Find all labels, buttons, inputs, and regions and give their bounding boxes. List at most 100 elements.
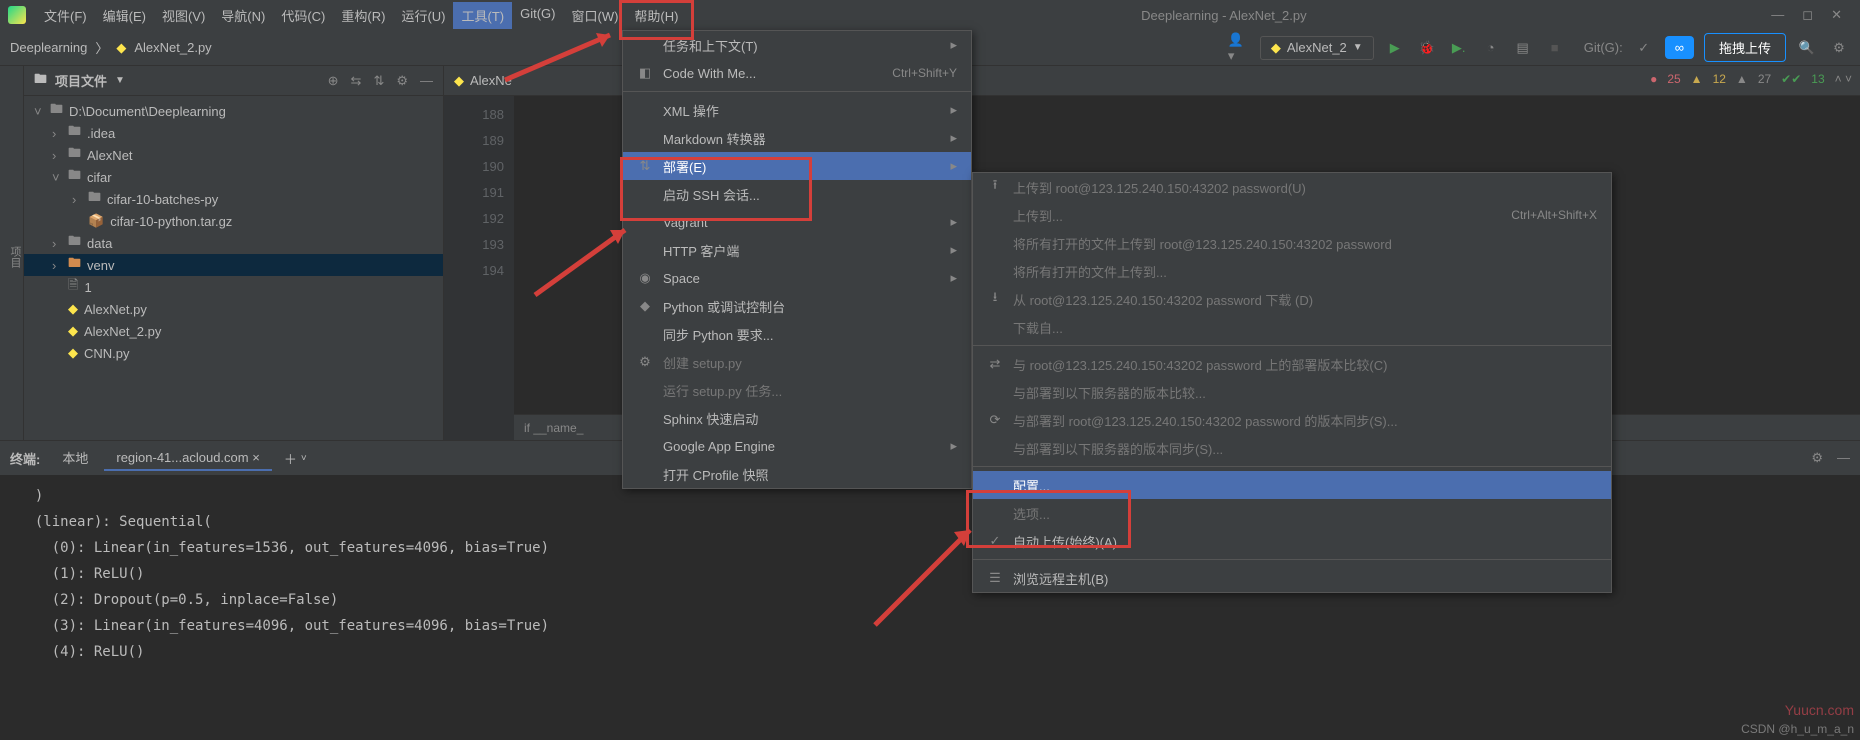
menu-item[interactable]: ⇅部署(E)▸ bbox=[623, 152, 971, 180]
menu-item[interactable]: HTTP 客户端▸ bbox=[623, 236, 971, 264]
tree-item[interactable]: ›🖿venv bbox=[24, 254, 443, 276]
menu-item[interactable]: Markdown 转换器▸ bbox=[623, 124, 971, 152]
menu-item[interactable]: 同步 Python 要求... bbox=[623, 320, 971, 348]
inspection-chevron-icon[interactable]: ˄ ˅ bbox=[1835, 72, 1852, 86]
menu-item-icon: ◧ bbox=[637, 65, 653, 81]
tree-item[interactable]: ◆AlexNet.py bbox=[24, 298, 443, 320]
menu-item[interactable]: ◉Space▸ bbox=[623, 264, 971, 292]
menu-item[interactable]: 启动 SSH 会话... bbox=[623, 180, 971, 208]
hide-icon[interactable]: — bbox=[420, 73, 433, 89]
menu-item[interactable]: 打开 CProfile 快照 bbox=[623, 460, 971, 488]
tree-item[interactable]: ›🖿cifar-10-batches-py bbox=[24, 188, 443, 210]
gear-icon[interactable]: ⚙ bbox=[396, 73, 408, 89]
inspection-status[interactable]: ●25 ▲12 ▲27 ✔✔13 ˄ ˅ bbox=[1650, 72, 1852, 86]
terminal-hide-icon[interactable]: — bbox=[1837, 450, 1850, 466]
menu-separator bbox=[623, 91, 971, 92]
tree-item[interactable]: 🗎1 bbox=[24, 276, 443, 298]
tree-item[interactable]: ›🖿data bbox=[24, 232, 443, 254]
breadcrumb[interactable]: Deeplearning 〉 ◆ AlexNet_2.py bbox=[10, 38, 212, 57]
coverage-icon[interactable]: ▶. bbox=[1448, 37, 1470, 59]
warning-icon: ▲ bbox=[1691, 72, 1703, 86]
menu-item-label: 下载自... bbox=[1013, 318, 1063, 337]
menubar-item[interactable]: 视图(V) bbox=[154, 2, 213, 29]
concurrency-icon[interactable]: ▤ bbox=[1512, 37, 1534, 59]
vcs-update-icon[interactable]: ✓ bbox=[1633, 37, 1655, 59]
tree-item[interactable]: ◆CNN.py bbox=[24, 342, 443, 364]
menu-item-icon: ⇅ bbox=[637, 158, 653, 174]
breadcrumb-project[interactable]: Deeplearning bbox=[10, 40, 87, 55]
run-icon[interactable]: ▶ bbox=[1384, 37, 1406, 59]
menu-item[interactable]: Vagrant▸ bbox=[623, 208, 971, 236]
tree-item[interactable]: ›🖿AlexNet bbox=[24, 144, 443, 166]
terminal-tab-local[interactable]: 本地 bbox=[50, 444, 100, 473]
maximize-icon[interactable]: ◻ bbox=[1802, 7, 1813, 23]
menu-item[interactable]: 任务和上下文(T)▸ bbox=[623, 31, 971, 59]
menu-item-label: 与部署到以下服务器的版本同步(S)... bbox=[1013, 439, 1223, 458]
menubar-item[interactable]: 窗口(W) bbox=[563, 2, 626, 29]
menubar-item[interactable]: Git(G) bbox=[512, 2, 563, 29]
menubar-item[interactable]: 编辑(E) bbox=[95, 2, 154, 29]
menu-separator bbox=[973, 559, 1611, 560]
line-number: 192 bbox=[444, 206, 504, 232]
menu-item[interactable]: ◧ Code With Me... Ctrl+Shift+Y bbox=[623, 59, 971, 87]
menubar-item[interactable]: 重构(R) bbox=[333, 2, 393, 29]
menubar-item[interactable]: 代码(C) bbox=[273, 2, 333, 29]
close-icon[interactable]: ✕ bbox=[1831, 7, 1842, 23]
tab-close-icon[interactable]: × bbox=[252, 450, 260, 465]
chevron-down-icon[interactable]: ▼ bbox=[115, 75, 125, 86]
tree-item-label: cifar-10-python.tar.gz bbox=[110, 214, 232, 229]
menu-item[interactable]: 配置... bbox=[973, 471, 1611, 499]
tree-item[interactable]: 📦cifar-10-python.tar.gz bbox=[24, 210, 443, 232]
gear-icon[interactable]: ⚙ bbox=[1828, 37, 1850, 59]
profile-icon[interactable]: ◔ bbox=[1480, 37, 1502, 59]
menubar-item[interactable]: 文件(F) bbox=[36, 2, 95, 29]
menu-item[interactable]: Google App Engine▸ bbox=[623, 432, 971, 460]
terminal-tab-remote[interactable]: region-41...acloud.com × bbox=[104, 446, 271, 471]
terminal-tab-remote-label: region-41...acloud.com bbox=[116, 450, 248, 465]
debug-icon[interactable]: 🐞 bbox=[1416, 37, 1438, 59]
project-tree[interactable]: ˅🖿D:\Document\Deeplearning›🖿.idea›🖿AlexN… bbox=[24, 96, 443, 368]
drag-upload-button[interactable]: 拖拽上传 bbox=[1704, 33, 1786, 62]
collapse-icon[interactable]: ⇅ bbox=[373, 73, 384, 89]
run-config-selector[interactable]: ◆ AlexNet_2 ▼ bbox=[1260, 36, 1374, 60]
menu-item: ⭱上传到 root@123.125.240.150:43202 password… bbox=[973, 173, 1611, 201]
add-tab-icon[interactable]: ＋ bbox=[284, 449, 297, 468]
menu-item[interactable]: XML 操作▸ bbox=[623, 96, 971, 124]
window-controls: — ◻ ✕ bbox=[1761, 7, 1852, 23]
tree-item[interactable]: ◆AlexNet_2.py bbox=[24, 320, 443, 342]
tree-item-label: D:\Document\Deeplearning bbox=[69, 104, 226, 119]
menu-item-label: 与部署到 root@123.125.240.150:43202 password… bbox=[1013, 411, 1398, 430]
menu-item-label: 将所有打开的文件上传到 root@123.125.240.150:43202 p… bbox=[1013, 234, 1392, 253]
titlebar: 文件(F)编辑(E)视图(V)导航(N)代码(C)重构(R)运行(U)工具(T)… bbox=[0, 0, 1860, 30]
search-icon[interactable]: 🔍 bbox=[1796, 37, 1818, 59]
menu-item-label: Code With Me... bbox=[663, 66, 756, 81]
tab-dropdown-icon[interactable]: ˅ bbox=[301, 453, 307, 464]
menubar-item[interactable]: 工具(T) bbox=[453, 2, 512, 29]
menu-item[interactable]: Sphinx 快速启动 bbox=[623, 404, 971, 432]
breadcrumb-file[interactable]: AlexNet_2.py bbox=[134, 40, 211, 55]
minimize-icon[interactable]: — bbox=[1771, 7, 1784, 23]
menu-item[interactable]: ☰浏览远程主机(B) bbox=[973, 564, 1611, 592]
left-tool-rail[interactable]: 项目 bbox=[0, 66, 24, 440]
menu-item[interactable]: ◆Python 或调试控制台 bbox=[623, 292, 971, 320]
deploy-submenu[interactable]: ⭱上传到 root@123.125.240.150:43202 password… bbox=[972, 172, 1612, 593]
menu-shortcut: Ctrl+Shift+Y bbox=[892, 66, 957, 80]
cloud-button[interactable]: ∞ bbox=[1665, 36, 1694, 59]
add-user-icon[interactable]: 👤▾ bbox=[1228, 37, 1250, 59]
menubar-item[interactable]: 运行(U) bbox=[393, 2, 453, 29]
stop-icon[interactable]: ■ bbox=[1544, 37, 1566, 59]
menu-item-label: 部署(E) bbox=[663, 157, 706, 176]
menubar-item[interactable]: 导航(N) bbox=[213, 2, 273, 29]
tree-item[interactable]: ˅🖿cifar bbox=[24, 166, 443, 188]
menu-item[interactable]: ✓自动上传(始终)(A) bbox=[973, 527, 1611, 555]
tree-item[interactable]: ˅🖿D:\Document\Deeplearning bbox=[24, 100, 443, 122]
submenu-arrow-icon: ▸ bbox=[950, 37, 957, 53]
tools-menu[interactable]: 任务和上下文(T)▸ ◧ Code With Me... Ctrl+Shift+Y XM… bbox=[622, 30, 972, 489]
expand-icon[interactable]: ⇆ bbox=[351, 73, 362, 89]
target-icon[interactable]: ⊕ bbox=[328, 73, 339, 89]
menubar-item[interactable]: 帮助(H) bbox=[626, 2, 686, 29]
tree-item[interactable]: ›🖿.idea bbox=[24, 122, 443, 144]
terminal-gear-icon[interactable]: ⚙ bbox=[1811, 450, 1823, 466]
menu-item: ⚙创建 setup.py bbox=[623, 348, 971, 376]
python-file-icon: ◆ bbox=[454, 73, 464, 89]
